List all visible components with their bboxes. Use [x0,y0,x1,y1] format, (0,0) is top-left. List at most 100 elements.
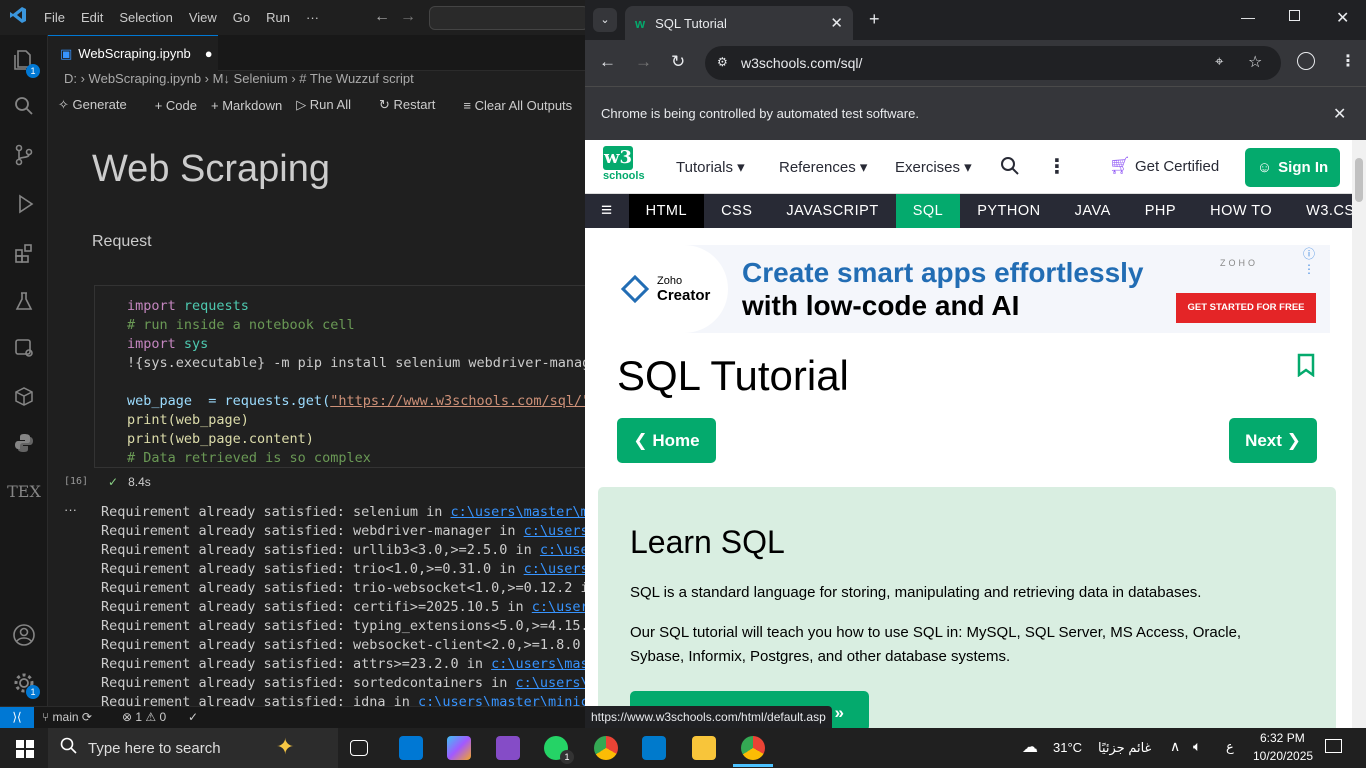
volume-icon[interactable]: 🔈︎ [1193,738,1201,755]
output-path-link[interactable]: c:\users\ma [524,523,586,539]
tab-webscraping-notebook[interactable]: ▣ WebScraping.ipynb ● [48,35,218,71]
exercises-menu[interactable]: Exercises ▾ [895,158,972,176]
tutorials-menu[interactable]: Tutorials ▾ [676,158,745,176]
clear-outputs-button[interactable]: ≡ Clear All Outputs [463,98,586,113]
cart-icon[interactable]: 🛒︎ [1109,156,1131,176]
get-certified-link[interactable]: Get Certified [1135,158,1219,175]
add-code-button[interactable]: + Code [155,98,197,113]
windows-start-icon[interactable] [16,740,34,761]
search-icon[interactable] [1000,156,1020,179]
more-vert-icon[interactable]: ⋮ [1047,154,1067,179]
breadcrumb[interactable]: D: › WebScraping.ipynb › M↓ Selenium › #… [64,71,414,91]
microsoft-store-icon[interactable] [399,736,423,760]
nav-w3css[interactable]: W3.CSS [1289,194,1352,228]
restart-button[interactable]: ↻ Restart [379,97,449,113]
output-path-link[interactable]: c:\users\m [532,599,586,615]
maximize-icon[interactable] [1289,10,1300,21]
output-path-link[interactable]: c:\users\master [491,656,586,672]
forward-arrow-icon[interactable]: → [400,8,416,26]
chrome-menu-icon[interactable]: ⋮ [1340,51,1356,71]
file-explorer-icon[interactable] [692,736,716,760]
remote-explorer-icon[interactable] [0,328,48,368]
menu-more[interactable]: ··· [298,10,327,25]
back-icon[interactable]: ← [599,52,616,72]
menu-run[interactable]: Run [258,10,298,25]
ad-cta-button[interactable]: GET STARTED FOR FREE [1176,293,1316,323]
next-button[interactable]: Next ❯ [1229,418,1317,463]
search-icon[interactable] [0,86,48,126]
bookmark-icon[interactable] [1297,353,1315,380]
weather-temp[interactable]: 31°C [1053,740,1082,755]
nav-java[interactable]: JAVA [1058,194,1128,228]
testing-flask-icon[interactable] [0,281,48,321]
code-editor[interactable]: import requests # run inside a notebook c… [127,297,607,468]
taskbar-search[interactable]: Type here to search ✦ [48,728,338,768]
weather-icon[interactable]: ☁ [1022,737,1038,757]
menu-selection[interactable]: Selection [111,10,180,25]
infobar-close-icon[interactable]: ✕ [1333,104,1346,124]
references-menu[interactable]: References ▾ [779,158,867,176]
add-markdown-button[interactable]: + Markdown [211,98,282,113]
menu-go[interactable]: Go [225,10,258,25]
home-button[interactable]: ❮ Home [617,418,716,463]
visual-studio-icon[interactable] [496,736,520,760]
site-info-icon[interactable]: ⚙ [717,55,728,69]
new-tab-icon[interactable]: + [869,9,880,30]
address-bar[interactable]: ⚙ w3schools.com/sql/ ⌖ ☆ [705,46,1281,80]
forward-icon[interactable]: → [635,52,652,72]
menu-edit[interactable]: Edit [73,10,111,25]
close-window-icon[interactable]: ✕ [1336,8,1349,28]
input-language[interactable]: ع [1226,739,1234,755]
menu-view[interactable]: View [181,10,225,25]
account-icon[interactable] [0,615,48,655]
copilot-icon[interactable] [447,736,471,760]
clock-time[interactable]: 6:32 PM [1260,731,1305,745]
sign-in-button[interactable]: ☺ Sign In [1245,148,1340,187]
nav-howto[interactable]: HOW TO [1193,194,1289,228]
ad-banner[interactable]: Zoho Creator Create smart apps effortles… [603,245,1330,333]
source-control-icon[interactable] [0,135,48,175]
menu-file[interactable]: File [36,10,73,25]
check-status-icon[interactable]: ✓ [188,710,198,724]
tab-sql-tutorial[interactable]: w SQL Tutorial ✕ [625,6,853,40]
output-path-link[interactable]: c:\users\master\mini [451,504,587,520]
tex-icon[interactable]: TEX [0,471,48,511]
w3-logo[interactable]: w3 schools [603,146,645,182]
chevron-up-icon[interactable]: ∧ [1170,738,1180,755]
whatsapp-icon[interactable]: 1 [544,736,574,764]
generate-button[interactable]: ✧ Generate [58,97,141,113]
packages-icon[interactable] [0,376,48,416]
output-path-link[interactable]: c:\users\ [540,542,586,558]
back-arrow-icon[interactable]: ← [374,8,390,26]
minimize-icon[interactable]: — [1241,9,1255,25]
output-path-link[interactable]: c:\users\mas [516,675,586,691]
profile-icon[interactable] [1297,52,1315,70]
output-path-link[interactable]: c:\users\master\minicond [418,694,586,706]
unsaved-dot-icon[interactable]: ● [205,46,213,61]
ad-info-icon[interactable]: ⓘ ⋮ [1303,245,1330,276]
branch-status[interactable]: ⑂ main ⟳ [42,710,92,724]
output-more-icon[interactable]: ··· [64,502,77,517]
tab-search-icon[interactable]: ⌄ [593,8,617,32]
nav-sql[interactable]: SQL [895,194,961,228]
tab-close-icon[interactable]: ✕ [830,14,843,32]
nav-php[interactable]: PHP [1128,194,1193,228]
location-icon[interactable]: ⌖ [1215,53,1223,70]
output-path-link[interactable]: c:\users\ma [524,561,586,577]
nav-css[interactable]: CSS [704,194,769,228]
hamburger-menu-icon[interactable]: ≡ [585,194,629,228]
bookmark-star-icon[interactable]: ☆ [1248,52,1262,72]
clock-date[interactable]: 10/20/2025 [1253,749,1313,763]
explorer-icon[interactable]: 1 [0,40,48,80]
command-center-search[interactable] [429,6,589,30]
chrome-taskbar-icon[interactable] [594,736,618,760]
remote-icon[interactable]: ⟩⟨ [0,707,34,729]
nav-html[interactable]: HTML [628,194,705,228]
settings-gear-icon[interactable]: 1 [0,663,48,703]
notifications-icon[interactable] [1325,739,1342,753]
extensions-icon[interactable] [0,233,48,273]
page-scrollbar[interactable] [1352,140,1366,728]
weather-text[interactable]: غائم جزئيًا [1098,740,1151,756]
chrome-active-taskbar-icon[interactable] [741,736,765,760]
problems-status[interactable]: ⊗ 1 ⚠ 0 [122,710,166,724]
